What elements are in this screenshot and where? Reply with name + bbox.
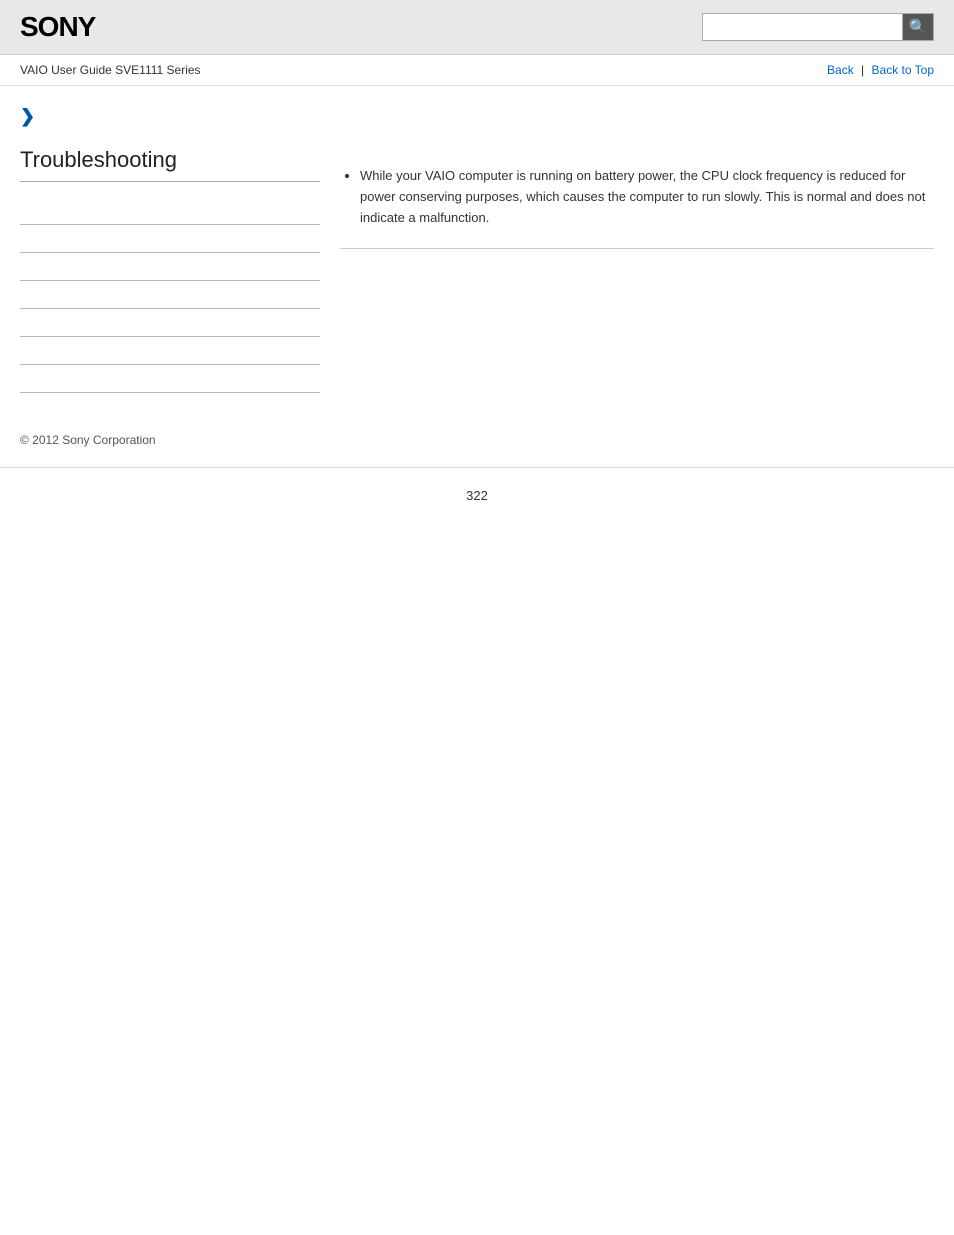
content-bullet-item: While your VAIO computer is running on b… [360, 166, 934, 228]
search-input[interactable] [702, 13, 902, 41]
sony-logo: SONY [20, 11, 95, 43]
page-number: 322 [0, 467, 954, 523]
list-item[interactable] [20, 253, 320, 281]
nav-bar: VAIO User Guide SVE1111 Series Back | Ba… [0, 55, 954, 86]
list-item[interactable] [20, 225, 320, 253]
guide-title: VAIO User Guide SVE1111 Series [20, 63, 201, 77]
copyright-text: © 2012 Sony Corporation [20, 433, 156, 447]
header: SONY 🔍 [0, 0, 954, 55]
list-item[interactable] [20, 281, 320, 309]
sidebar-chevron[interactable]: ❯ [20, 106, 320, 127]
content-bullet-section: While your VAIO computer is running on b… [340, 166, 934, 249]
search-icon: 🔍 [909, 18, 928, 36]
sidebar-heading: Troubleshooting [20, 147, 320, 182]
list-item[interactable] [20, 337, 320, 365]
list-item[interactable] [20, 197, 320, 225]
content-area: While your VAIO computer is running on b… [340, 106, 934, 393]
sidebar-links [20, 197, 320, 393]
list-item[interactable] [20, 365, 320, 393]
search-area: 🔍 [702, 13, 934, 41]
sidebar: ❯ Troubleshooting [20, 106, 320, 393]
search-button[interactable]: 🔍 [902, 13, 934, 41]
nav-separator: | [861, 63, 864, 77]
content-list: While your VAIO computer is running on b… [340, 166, 934, 228]
list-item[interactable] [20, 309, 320, 337]
back-link[interactable]: Back [827, 63, 854, 77]
nav-links: Back | Back to Top [827, 63, 934, 77]
back-to-top-link[interactable]: Back to Top [872, 63, 934, 77]
footer: © 2012 Sony Corporation [0, 413, 954, 467]
main-content: ❯ Troubleshooting While your VAIO comput… [0, 86, 954, 413]
